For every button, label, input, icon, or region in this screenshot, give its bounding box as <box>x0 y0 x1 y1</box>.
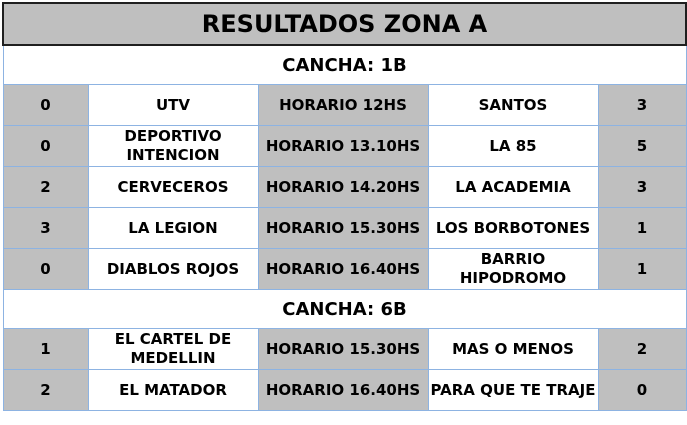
match-time: HORARIO 13.10HS <box>257 125 429 167</box>
home-score: 0 <box>2 248 89 290</box>
match-time: HORARIO 16.40HS <box>257 369 429 411</box>
results-body: RESULTADOS ZONA A CANCHA: 1B 0 UTV HORARIO … <box>2 2 687 411</box>
away-team: LOS BORBOTONES <box>427 207 599 249</box>
home-team: UTV <box>87 84 259 126</box>
results-sheet: RESULTADOS ZONA A CANCHA: 1B 0 UTV HORARIO … <box>2 2 687 423</box>
match-row: 2 EL MATADOR HORARIO 16.40HS PARA QUE TE TR… <box>2 369 687 411</box>
page-title: RESULTADOS ZONA A <box>2 2 687 46</box>
match-time: HORARIO 16.40HS <box>257 248 429 290</box>
away-team: PARA QUE TE TRAJE <box>427 369 599 411</box>
match-time: HORARIO 14.20HS <box>257 166 429 208</box>
match-row: 1 EL CARTEL DE MEDELLIN HORARIO 15.30HS MAS… <box>2 328 687 370</box>
match-time: HORARIO 15.30HS <box>257 328 429 370</box>
away-score: 0 <box>597 369 687 411</box>
home-team: EL MATADOR <box>87 369 259 411</box>
home-team: CERVECEROS <box>87 166 259 208</box>
home-score: 0 <box>2 84 89 126</box>
match-row: 2 CERVECEROS HORARIO 14.20HS LA ACADEMIA 3 <box>2 166 687 208</box>
match-time: HORARIO 15.30HS <box>257 207 429 249</box>
away-score: 3 <box>597 166 687 208</box>
away-score: 2 <box>597 328 687 370</box>
away-team: SANTOS <box>427 84 599 126</box>
match-row: 0 DEPORTIVO INTENCION HORARIO 13.10HS LA 85… <box>2 125 687 167</box>
home-team: LA LEGION <box>87 207 259 249</box>
home-score: 0 <box>2 125 89 167</box>
home-team: EL CARTEL DE MEDELLIN <box>87 328 259 370</box>
away-score: 5 <box>597 125 687 167</box>
home-team: DEPORTIVO INTENCION <box>87 125 259 167</box>
home-score: 2 <box>2 166 89 208</box>
home-score: 3 <box>2 207 89 249</box>
home-score: 2 <box>2 369 89 411</box>
away-score: 1 <box>597 207 687 249</box>
match-row: 0 DIABLOS ROJOS HORARIO 16.40HS BARRIO HIPO… <box>2 248 687 290</box>
cancha-header: CANCHA: 6B <box>2 289 687 329</box>
match-time: HORARIO 12HS <box>257 84 429 126</box>
away-score: 1 <box>597 248 687 290</box>
away-team: BARRIO HIPODROMO <box>427 248 599 290</box>
home-score: 1 <box>2 328 89 370</box>
away-score: 3 <box>597 84 687 126</box>
away-team: LA ACADEMIA <box>427 166 599 208</box>
away-team: LA 85 <box>427 125 599 167</box>
match-row: 0 UTV HORARIO 12HS SANTOS 3 <box>2 84 687 126</box>
results-table: RESULTADOS ZONA A CANCHA: 1B 0 UTV HORARIO … <box>2 2 687 411</box>
away-team: MAS O MENOS <box>427 328 599 370</box>
match-row: 3 LA LEGION HORARIO 15.30HS LOS BORBOTONES 1 <box>2 207 687 249</box>
home-team: DIABLOS ROJOS <box>87 248 259 290</box>
cancha-header: CANCHA: 1B <box>2 44 687 85</box>
